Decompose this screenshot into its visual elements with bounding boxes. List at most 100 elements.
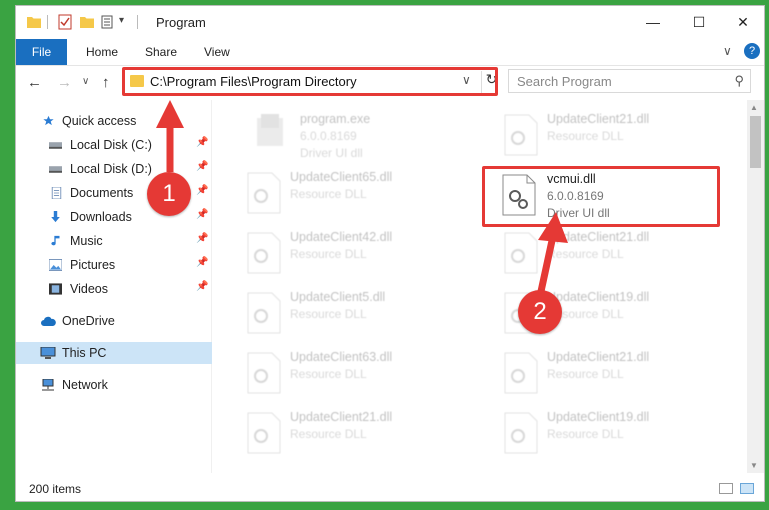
- file-highlight-box: [482, 166, 720, 227]
- pin-icon: 📌: [196, 185, 209, 196]
- sidebar-item-music[interactable]: Music 📌: [16, 230, 212, 252]
- scroll-down-icon[interactable]: ▼: [750, 461, 758, 470]
- tab-home[interactable]: Home: [86, 45, 118, 59]
- explorer-window: ▾ Program — ☐ ✕ File Home Share View ∨ ?…: [15, 5, 765, 502]
- file-name: UpdateClient21.dll: [290, 410, 393, 424]
- sidebar-item-label: Pictures: [70, 258, 116, 272]
- up-button[interactable]: ↑: [102, 74, 110, 91]
- sidebar-item-videos[interactable]: Videos 📌: [16, 278, 212, 300]
- search-input[interactable]: Search Program: [517, 74, 612, 89]
- drive-icon: [49, 166, 62, 173]
- minimize-button[interactable]: —: [630, 6, 676, 38]
- pin-icon: 📌: [196, 161, 209, 172]
- step-2-badge: 2: [518, 290, 562, 334]
- file-type: Resource DLL: [547, 427, 624, 441]
- sidebar-item-this-pc[interactable]: This PC: [16, 342, 212, 364]
- tab-share[interactable]: Share: [145, 45, 177, 59]
- scroll-up-icon[interactable]: ▲: [750, 103, 758, 112]
- file-name: UpdateClient42.dll: [290, 230, 393, 244]
- recent-locations-button[interactable]: ∨: [82, 76, 89, 87]
- search-box[interactable]: Search Program ⚲: [508, 69, 751, 93]
- tiles-view-icon[interactable]: [740, 483, 754, 494]
- properties-icon[interactable]: [57, 14, 73, 30]
- sidebar-item-label: Quick access: [62, 114, 137, 128]
- tab-view[interactable]: View: [204, 45, 230, 59]
- file-item[interactable]: UpdateClient21.dll Resource DLL: [475, 346, 700, 402]
- customize-icon[interactable]: [101, 14, 117, 30]
- pin-icon: 📌: [196, 281, 209, 292]
- sidebar-item-pictures[interactable]: Pictures 📌: [16, 254, 212, 276]
- file-name: UpdateClient19.dll: [547, 290, 650, 304]
- help-button[interactable]: ?: [744, 43, 760, 59]
- file-item[interactable]: UpdateClient42.dll Resource DLL: [218, 226, 443, 282]
- title-separator: [47, 15, 48, 29]
- sidebar-item-label: Music: [70, 234, 103, 248]
- dll-file-icon: [247, 232, 281, 274]
- file-item[interactable]: UpdateClient21.dll Resource DLL: [475, 226, 700, 282]
- sidebar-item-onedrive[interactable]: OneDrive: [16, 310, 212, 332]
- details-view-icon[interactable]: [719, 483, 733, 494]
- file-name: UpdateClient19.dll: [547, 410, 650, 424]
- file-version: 6.0.0.8169: [300, 129, 357, 143]
- network-icon: [42, 379, 54, 391]
- sidebar-item-label: OneDrive: [62, 314, 115, 328]
- sidebar-item-label: Downloads: [70, 210, 132, 224]
- address-highlight-box: [122, 67, 498, 96]
- vertical-scrollbar[interactable]: ▲ ▼: [747, 100, 764, 473]
- documents-icon: [51, 187, 62, 199]
- title-separator: [137, 15, 138, 29]
- close-button[interactable]: ✕: [720, 6, 764, 38]
- file-item[interactable]: program.exe 6.0.0.8169 Driver UI dll: [218, 108, 443, 164]
- dll-file-icon: [247, 412, 281, 454]
- drive-icon: [49, 142, 62, 149]
- cloud-icon: [41, 316, 56, 326]
- videos-icon: [49, 283, 62, 295]
- sidebar-item-quick-access[interactable]: Quick access: [16, 110, 212, 132]
- dll-file-icon: [504, 232, 538, 274]
- pictures-icon: [49, 259, 62, 271]
- dll-file-icon: [504, 114, 538, 156]
- scroll-thumb[interactable]: [750, 116, 761, 168]
- file-type: Resource DLL: [290, 427, 367, 441]
- sidebar-item-label: Network: [62, 378, 108, 392]
- step-1-badge: 1: [147, 172, 191, 216]
- file-name: UpdateClient21.dll: [547, 350, 650, 364]
- file-item[interactable]: UpdateClient63.dll Resource DLL: [218, 346, 443, 402]
- file-name: program.exe: [300, 112, 371, 126]
- back-button[interactable]: ←: [27, 74, 42, 91]
- forward-button[interactable]: →: [57, 74, 72, 91]
- dll-file-icon: [247, 172, 281, 214]
- pin-icon: 📌: [196, 257, 209, 268]
- collapse-ribbon-button[interactable]: ∨: [723, 44, 732, 58]
- window-title: Program: [156, 15, 206, 30]
- dll-file-icon: [504, 412, 538, 454]
- status-bar: 200 items: [16, 473, 764, 501]
- file-name: UpdateClient21.dll: [547, 112, 650, 126]
- folder-icon: [27, 17, 41, 28]
- file-type: Resource DLL: [547, 129, 624, 143]
- navigation-bar: ← → ∨ ↑ C:\Program Files\Program Directo…: [16, 66, 764, 100]
- pin-icon: 📌: [196, 209, 209, 220]
- search-icon[interactable]: ⚲: [734, 73, 744, 89]
- file-name: UpdateClient21.dll: [547, 230, 650, 244]
- file-type: Resource DLL: [547, 367, 624, 381]
- file-list: program.exe 6.0.0.8169 Driver UI dll Upd…: [213, 100, 747, 473]
- file-description: Driver UI dll: [300, 146, 363, 160]
- file-name: UpdateClient65.dll: [290, 170, 393, 184]
- file-item[interactable]: UpdateClient21.dll Resource DLL: [218, 406, 443, 462]
- file-item[interactable]: UpdateClient21.dll Resource DLL: [475, 108, 700, 164]
- quick-access-dropdown[interactable]: ▾: [119, 15, 124, 26]
- dll-file-icon: [247, 352, 281, 394]
- sidebar-item-local-disk-c[interactable]: Local Disk (C:) 📌: [16, 134, 212, 156]
- sidebar-item-network[interactable]: Network: [16, 374, 212, 396]
- new-folder-icon[interactable]: [79, 14, 95, 30]
- file-item[interactable]: UpdateClient65.dll Resource DLL: [218, 166, 443, 222]
- file-item[interactable]: UpdateClient19.dll Resource DLL: [475, 286, 700, 342]
- file-item[interactable]: UpdateClient5.dll Resource DLL: [218, 286, 443, 342]
- file-item[interactable]: UpdateClient19.dll Resource DLL: [475, 406, 700, 462]
- star-icon: [43, 115, 54, 126]
- tab-file[interactable]: File: [16, 39, 67, 65]
- ribbon-tabs: File Home Share View ∨ ?: [16, 38, 764, 66]
- sidebar-item-label: This PC: [62, 346, 107, 360]
- maximize-button[interactable]: ☐: [676, 6, 722, 38]
